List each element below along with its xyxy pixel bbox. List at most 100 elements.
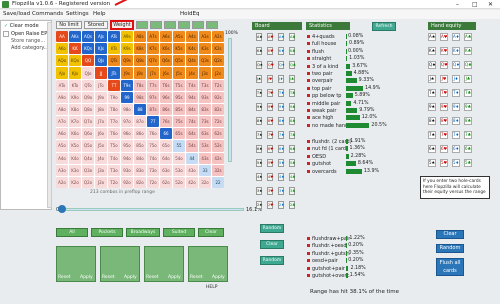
hole-card-J3[interactable]: J♣ (464, 75, 472, 83)
hole-card-61[interactable]: 6♥ (440, 145, 448, 153)
hand-cell-84s[interactable]: 84s (186, 103, 198, 116)
hand-cell-J5s[interactable]: J5s (173, 67, 185, 79)
hole-card-Q1[interactable]: Q♥ (440, 61, 448, 69)
hand-cell-A9s[interactable]: A9s (121, 31, 133, 43)
stat-checkbox[interactable] (307, 274, 310, 277)
hand-cell-T6s[interactable]: T6s (160, 79, 172, 91)
hand-cell-J8s[interactable]: J8s (134, 67, 146, 79)
hand-cell-A3o[interactable]: A3o (56, 164, 68, 176)
board-card-93[interactable]: 9♣ (289, 103, 295, 111)
hand-cell-K8s[interactable]: K8s (134, 43, 146, 55)
hand-cell-T4o[interactable]: T4o (108, 152, 120, 164)
hole-card-K2[interactable]: K♦ (452, 47, 460, 55)
range-item[interactable]: Open Raise EP (11, 31, 47, 37)
hand-cell-T2s[interactable]: T2s (212, 79, 224, 91)
board-card-43[interactable]: 4♣ (289, 173, 295, 181)
apply-label-2[interactable]: Apply (124, 275, 137, 280)
hand-cell-QTo[interactable]: QTo (82, 79, 94, 91)
stat-checkbox[interactable] (307, 140, 310, 143)
hand-cell-85o[interactable]: 85o (134, 140, 146, 152)
hand-cell-K6s[interactable]: K6s (160, 43, 172, 55)
hand-cell-95o[interactable]: 95o (121, 140, 133, 152)
hand-cell-AA[interactable]: AA (56, 31, 68, 43)
hand-cell-K3s[interactable]: K3s (199, 43, 211, 55)
hand-cell-87s[interactable]: 87s (147, 103, 159, 116)
hand-cell-93s[interactable]: 93s (199, 91, 211, 103)
board-card-K3[interactable]: K♣ (289, 47, 295, 55)
hand-cell-J9o[interactable]: J9o (95, 91, 107, 103)
hand-cell-T3o[interactable]: T3o (108, 164, 120, 176)
board-card-30[interactable]: 3♠ (256, 187, 262, 195)
hand-cell-Q3o[interactable]: Q3o (82, 164, 94, 176)
hand-cell-65o[interactable]: 65o (160, 140, 172, 152)
all-button[interactable]: All (56, 228, 88, 237)
hand-cell-A8o[interactable]: A8o (56, 103, 68, 116)
slider-handle-icon[interactable] (58, 205, 66, 213)
board-card-T0[interactable]: T♠ (256, 89, 262, 97)
board-card-T3[interactable]: T♣ (289, 89, 295, 97)
hand-cell-T4s[interactable]: T4s (186, 79, 198, 91)
hole-card-T0[interactable]: T♠ (428, 89, 436, 97)
close-icon[interactable]: ✕ (488, 1, 493, 8)
hand-cell-JTs[interactable]: JTs (108, 67, 120, 79)
hand-cell-J3o[interactable]: J3o (95, 164, 107, 176)
hand-cell-62o[interactable]: 62o (160, 176, 172, 188)
hand-cell-76s[interactable]: 76s (160, 116, 172, 128)
hand-cell-K3o[interactable]: K3o (69, 164, 81, 176)
board-card-63[interactable]: 6♣ (289, 145, 295, 153)
hand-cell-63s[interactable]: 63s (199, 128, 211, 140)
hole-card-51[interactable]: 5♥ (440, 159, 448, 167)
equity-random-button[interactable]: Random (436, 244, 464, 253)
minimize-icon[interactable]: – (456, 1, 459, 8)
menu-commands[interactable]: Commands (32, 11, 63, 17)
hand-cell-T2o[interactable]: T2o (108, 176, 120, 188)
toolbar-icon-c[interactable] (164, 21, 176, 29)
hand-cell-93o[interactable]: 93o (121, 164, 133, 176)
hole-card-K1[interactable]: K♥ (440, 47, 448, 55)
hole-card-Q3[interactable]: Q♣ (464, 61, 472, 69)
hand-cell-T7s[interactable]: T7s (147, 79, 159, 91)
hole-card-A2[interactable]: A♦ (452, 33, 460, 41)
weight-button-highlighted[interactable]: Weight (110, 20, 134, 30)
board-card-A3[interactable]: A♣ (289, 33, 296, 41)
board-card-T1[interactable]: T♥ (267, 89, 273, 97)
hand-cell-T8s[interactable]: T8s (134, 79, 146, 91)
hand-cell-98s[interactable]: 98s (134, 91, 146, 103)
board-card-Q3[interactable]: Q♣ (289, 61, 296, 69)
preflop-range-grid[interactable]: AA AKs AQs AJs ATs A9s A8s A7s A6s A5s A4s A3s A2s AK… (56, 31, 224, 188)
menu-hotkeys[interactable]: HoldEq (180, 11, 200, 17)
board-random-button-2[interactable]: Random (260, 256, 284, 265)
hole-card-53[interactable]: 5♣ (464, 159, 472, 167)
hand-cell-53s[interactable]: 53s (199, 140, 211, 152)
hand-cell-J6s[interactable]: J6s (160, 67, 172, 79)
hand-cell-A5s[interactable]: A5s (173, 31, 185, 43)
hand-cell-JJ[interactable]: JJ (95, 67, 107, 79)
hole-card-70[interactable]: 7♠ (428, 131, 436, 139)
hand-cell-Q9s[interactable]: Q9s (121, 55, 133, 67)
hand-cell-Q2s[interactable]: Q2s (212, 55, 224, 67)
stat-checkbox[interactable] (307, 162, 310, 166)
hand-cell-ATo[interactable]: ATo (56, 79, 68, 91)
hand-cell-K4o[interactable]: K4o (69, 152, 81, 164)
hole-card-Q2[interactable]: Q♦ (452, 61, 460, 69)
hand-cell-A8s[interactable]: A8s (134, 31, 146, 43)
help-label[interactable]: HELP (206, 285, 217, 290)
hand-cell-96o[interactable]: 96o (121, 128, 133, 140)
maximize-icon[interactable]: □ (472, 1, 478, 8)
stat-checkbox[interactable] (307, 101, 310, 105)
hand-cell-T5o[interactable]: T5o (108, 140, 120, 152)
hand-cell-A5o[interactable]: A5o (56, 140, 68, 152)
toolbar-icon-d[interactable] (178, 21, 190, 29)
hand-cell-63o[interactable]: 63o (160, 164, 172, 176)
board-card-53[interactable]: 5♣ (289, 159, 295, 167)
board-card-K1[interactable]: K♥ (267, 47, 273, 55)
board-card-73[interactable]: 7♣ (289, 131, 295, 139)
board-card-91[interactable]: 9♥ (267, 103, 273, 111)
board-card-60[interactable]: 6♠ (256, 145, 262, 153)
hole-card-A1[interactable]: A♥ (440, 33, 448, 41)
toolbar-icon-b[interactable] (150, 21, 162, 29)
stat-checkbox[interactable] (307, 57, 310, 61)
board-card-Q0[interactable]: Q♠ (256, 61, 263, 69)
hand-cell-QJo[interactable]: QJo (82, 67, 94, 79)
hand-cell-43o[interactable]: 43o (186, 164, 198, 176)
